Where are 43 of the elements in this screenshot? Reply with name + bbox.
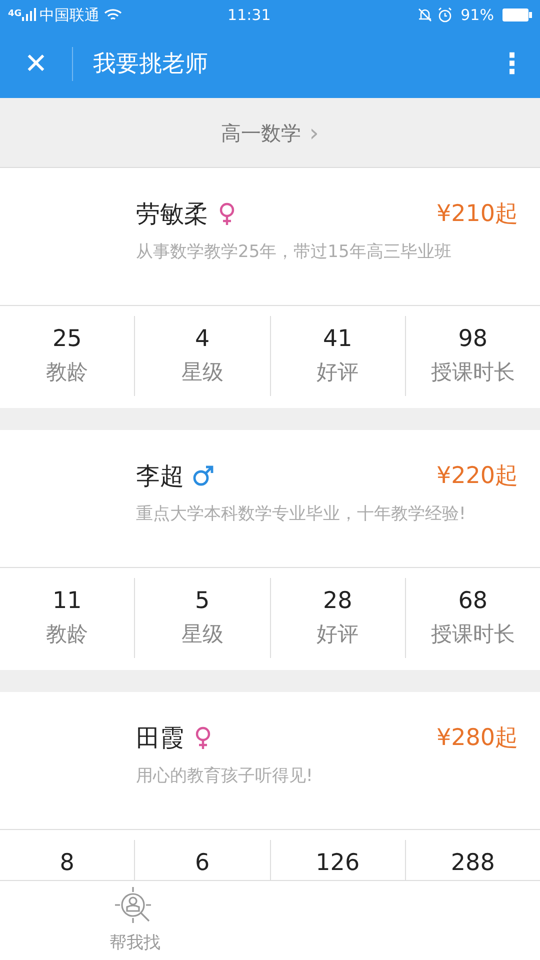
chevron-button[interactable]: › [309, 114, 319, 150]
subject-label[interactable]: 高一数学 [221, 118, 302, 148]
teacher-intro: 用心的教育孩子听得见! [136, 765, 314, 788]
alarm-icon [436, 7, 453, 23]
teacher-name: 田霞 [136, 723, 184, 754]
teacher-intro: 重点大学本科数学专业毕业，十年教学经验! [136, 503, 467, 526]
stat-label: 星级 [181, 360, 224, 384]
stat-value: 6 [195, 850, 210, 876]
stat-value: 68 [458, 588, 488, 614]
stat-label: 好评 [316, 360, 359, 384]
clock-time: 11:31 [228, 4, 271, 26]
close-button[interactable]: ✕ [0, 43, 72, 85]
stat-value: 11 [52, 588, 82, 614]
stat-label: 好评 [316, 622, 359, 646]
stat-label: 授课时长 [430, 622, 515, 646]
menu-button[interactable]: ⋮ [484, 42, 540, 86]
price-label: ¥280起 [436, 724, 518, 753]
stat-value: 4 [195, 326, 210, 352]
price-label: ¥210起 [436, 200, 518, 229]
page-title: 我要挑老师 [93, 50, 208, 79]
stat-value: 41 [322, 326, 352, 352]
carrier-label: 中国联通 [40, 4, 100, 26]
stat-label: 教龄 [46, 622, 88, 646]
stat-label: 教龄 [46, 360, 88, 384]
stat-value: 5 [195, 588, 210, 614]
teacher-name: 劳敏柔 [136, 199, 208, 230]
stat-value: 98 [458, 326, 488, 352]
teacher-intro: 从事数学教学25年，带过15年高三毕业班 [136, 241, 452, 264]
stat-label: 星级 [181, 622, 224, 646]
stat-value: 25 [52, 326, 82, 352]
teacher-name: 李超 [136, 461, 184, 492]
signal-icon [22, 8, 36, 22]
stat-label: 授课时长 [430, 360, 515, 384]
stat-value: 28 [322, 588, 352, 614]
bell-muted-icon [416, 7, 433, 23]
battery-percent: 91% [460, 4, 494, 26]
stat-value: 8 [60, 850, 74, 876]
battery-icon [502, 8, 532, 22]
stat-value: 126 [316, 850, 360, 876]
wifi-icon [104, 8, 122, 22]
price-label: ¥220起 [436, 462, 518, 491]
stat-value: 288 [450, 850, 495, 876]
network-label: 4G [8, 8, 22, 22]
